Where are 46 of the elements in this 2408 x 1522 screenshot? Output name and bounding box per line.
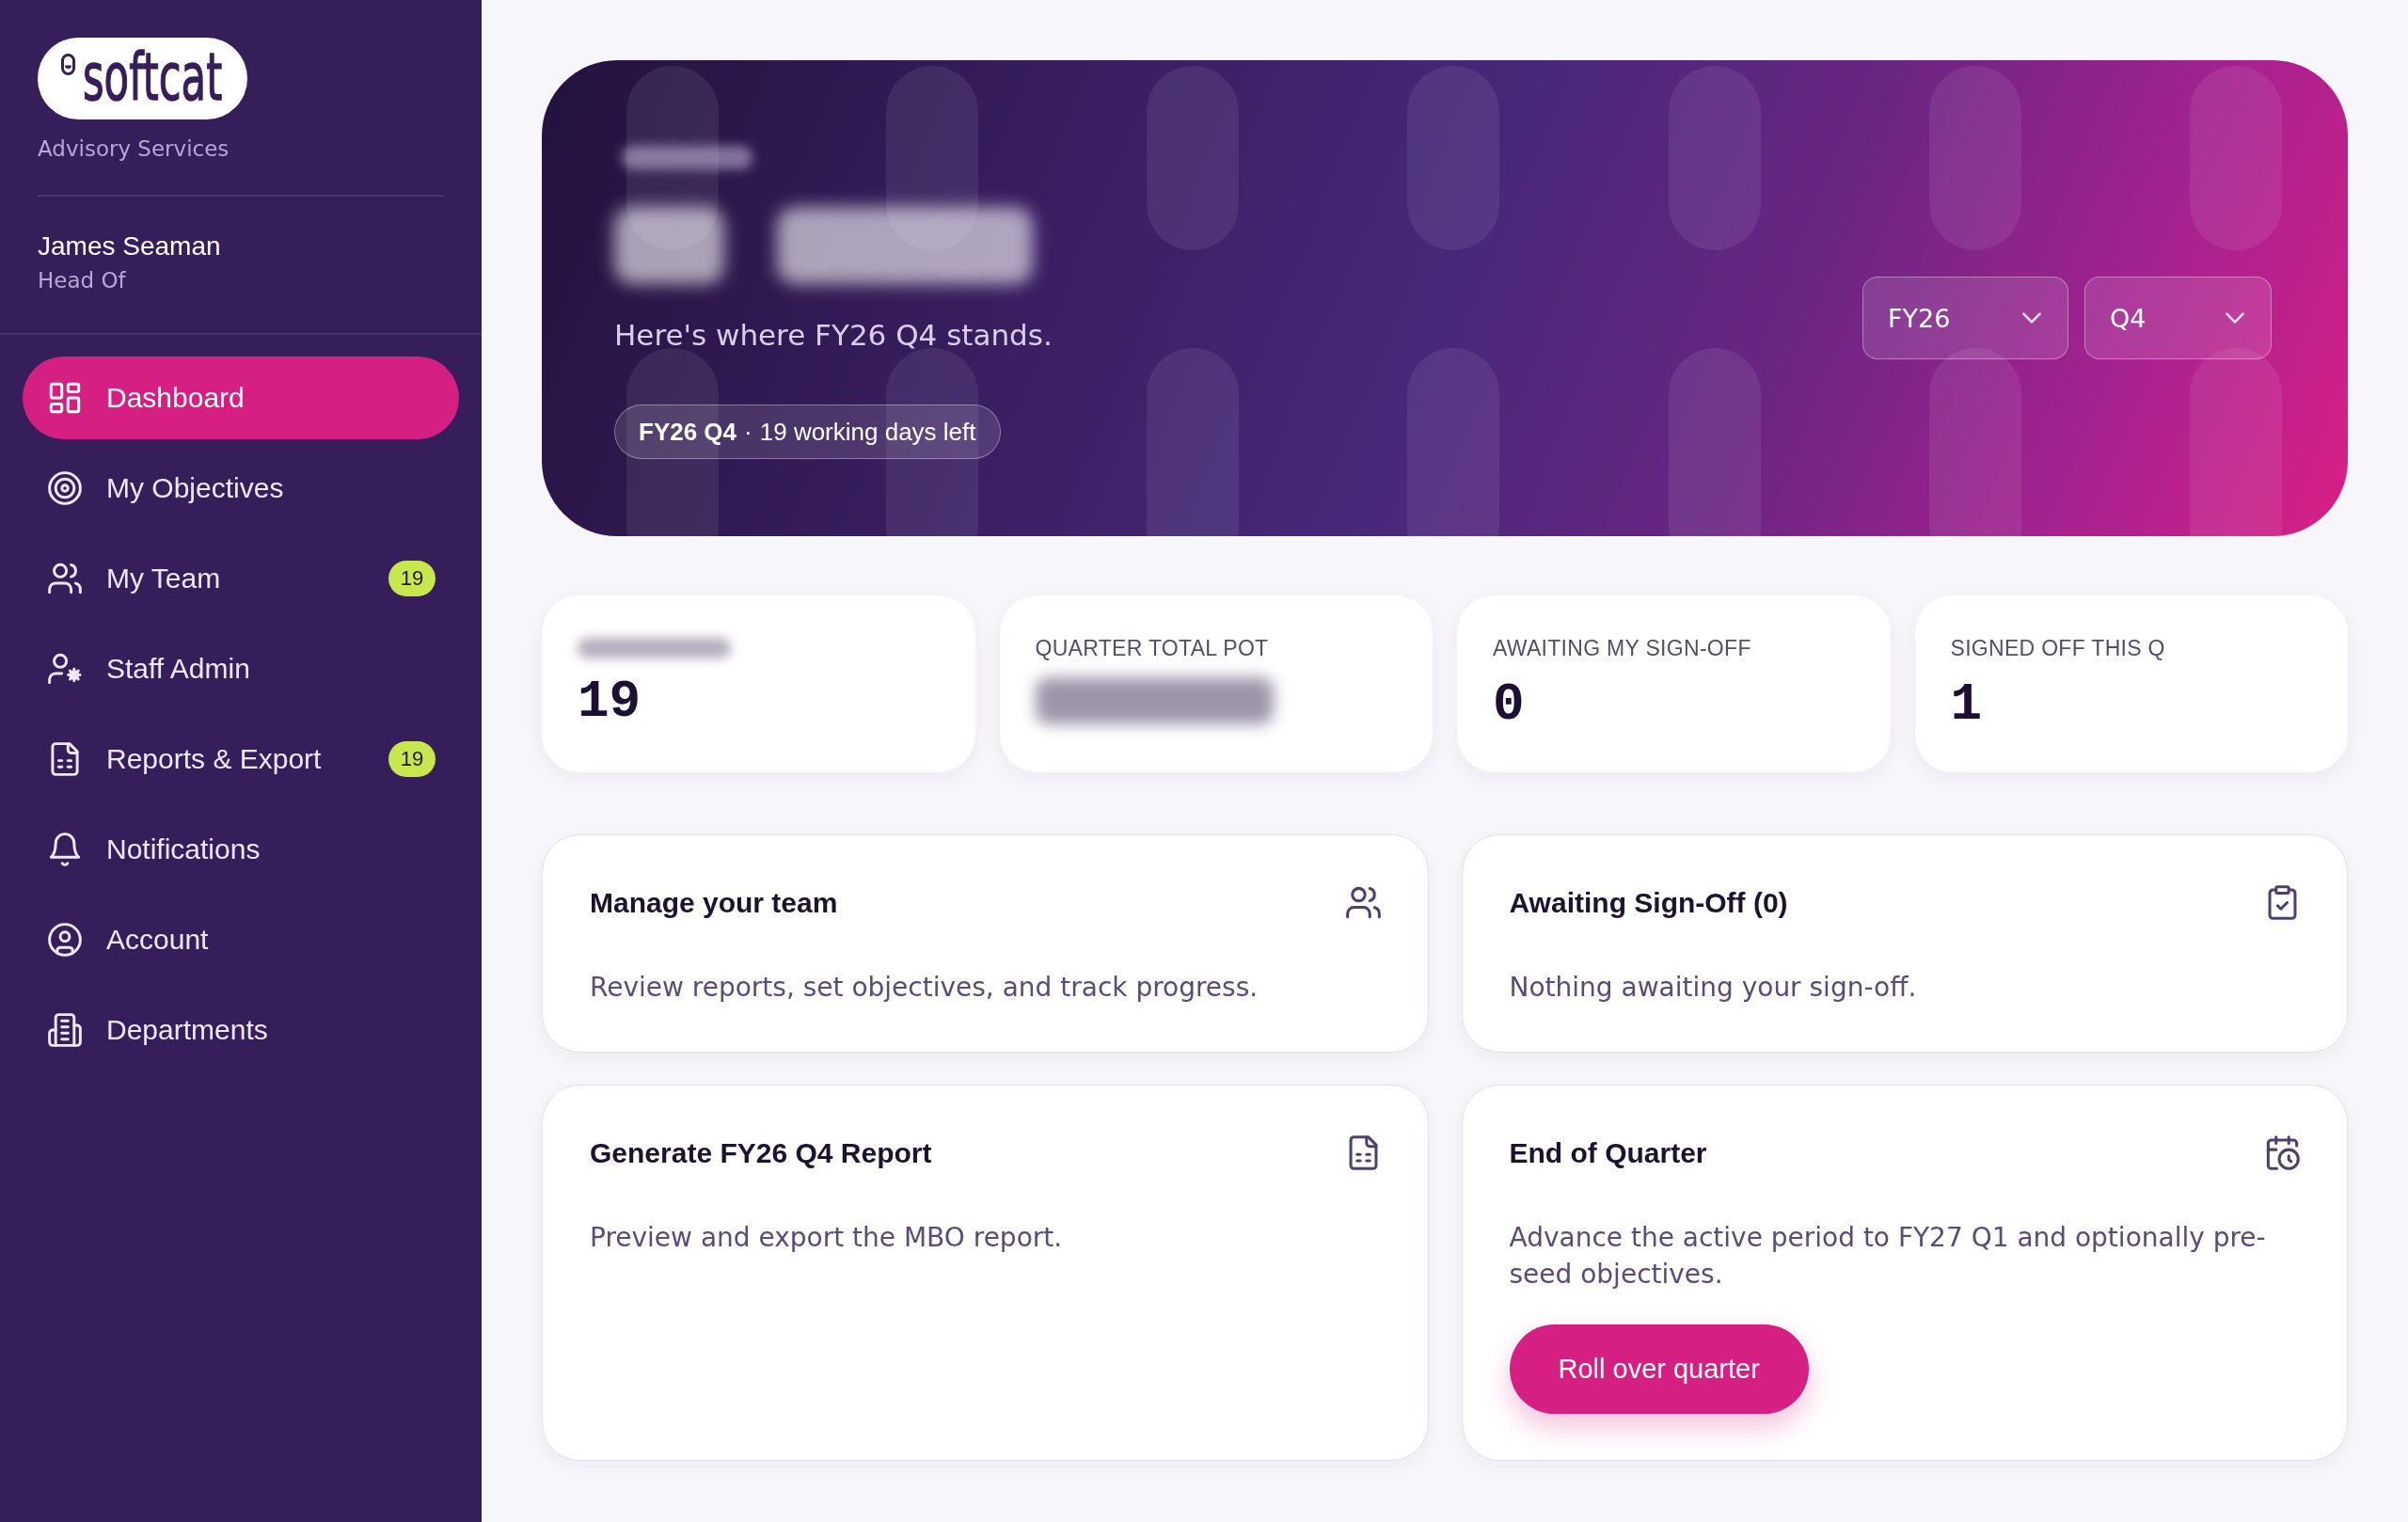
user-circle-icon [48, 923, 82, 957]
user-gear-icon [48, 652, 82, 686]
card-description: Nothing awaiting your sign-off. [1509, 971, 1917, 1005]
nav-item[interactable]: My Objectives [23, 447, 459, 530]
nav-item[interactable]: Reports & Export 19 [23, 718, 459, 801]
stat-label: AWAITING MY SIGN-OFF [1493, 635, 1751, 661]
card-title: End of Quarter [1509, 1135, 1707, 1170]
user-role: Head Of [38, 267, 126, 294]
nav-item[interactable]: Notifications [23, 808, 459, 891]
stat-value: 1 [1950, 674, 1983, 735]
people-icon [48, 562, 82, 595]
target-icon [48, 471, 82, 505]
user-name: James Seaman [38, 230, 221, 262]
grid-icon [48, 381, 82, 415]
chevron-down-icon [2226, 312, 2244, 324]
chevron-down-icon [2022, 312, 2041, 324]
card-title: Awaiting Sign-Off (0) [1509, 885, 1788, 920]
stat-value: 0 [1493, 674, 1525, 735]
nav-item[interactable]: Account [23, 898, 459, 981]
nav-item[interactable]: Departments [23, 989, 459, 1071]
card-description: Advance the active period to FY27 Q1 and optionally pre-seed objectives. [1509, 1221, 2267, 1292]
card-description: Preview and export the MBO report. [590, 1221, 1063, 1255]
count-badge: 19 [388, 561, 436, 596]
people-icon [1345, 885, 1381, 920]
card-title: Manage your team [590, 885, 838, 920]
org-name: Advisory Services [38, 135, 230, 163]
logo-mark-icon [61, 54, 75, 75]
action-button[interactable]: Roll over quarter [1509, 1324, 1809, 1414]
period-dropdown[interactable]: Q4 [2084, 277, 2272, 359]
building-icon [48, 1013, 82, 1047]
nav-item[interactable]: Dashboard [23, 357, 459, 439]
stat-value: 19 [578, 672, 642, 732]
card-description: Review reports, set objectives, and track progress. [590, 971, 1259, 1005]
stat-label: QUARTER TOTAL POT [1035, 635, 1269, 661]
period-chip: FY26 Q4 · 19 working days left [614, 404, 1001, 459]
calendar-clock-icon [2265, 1135, 2300, 1170]
card-title: Generate FY26 Q4 Report [590, 1135, 932, 1170]
nav-item[interactable]: My Team 19 [23, 537, 459, 620]
bell-icon [48, 832, 82, 866]
period-dropdown[interactable]: FY26 [1862, 277, 2068, 359]
stat-label: SIGNED OFF THIS Q [1950, 635, 2165, 661]
nav-item[interactable]: Staff Admin [23, 627, 459, 710]
document-icon [48, 742, 82, 776]
hero-subtitle: Here's where FY26 Q4 stands. [614, 317, 1053, 354]
logo-text: softcat [83, 40, 223, 115]
count-badge: 19 [388, 741, 436, 777]
